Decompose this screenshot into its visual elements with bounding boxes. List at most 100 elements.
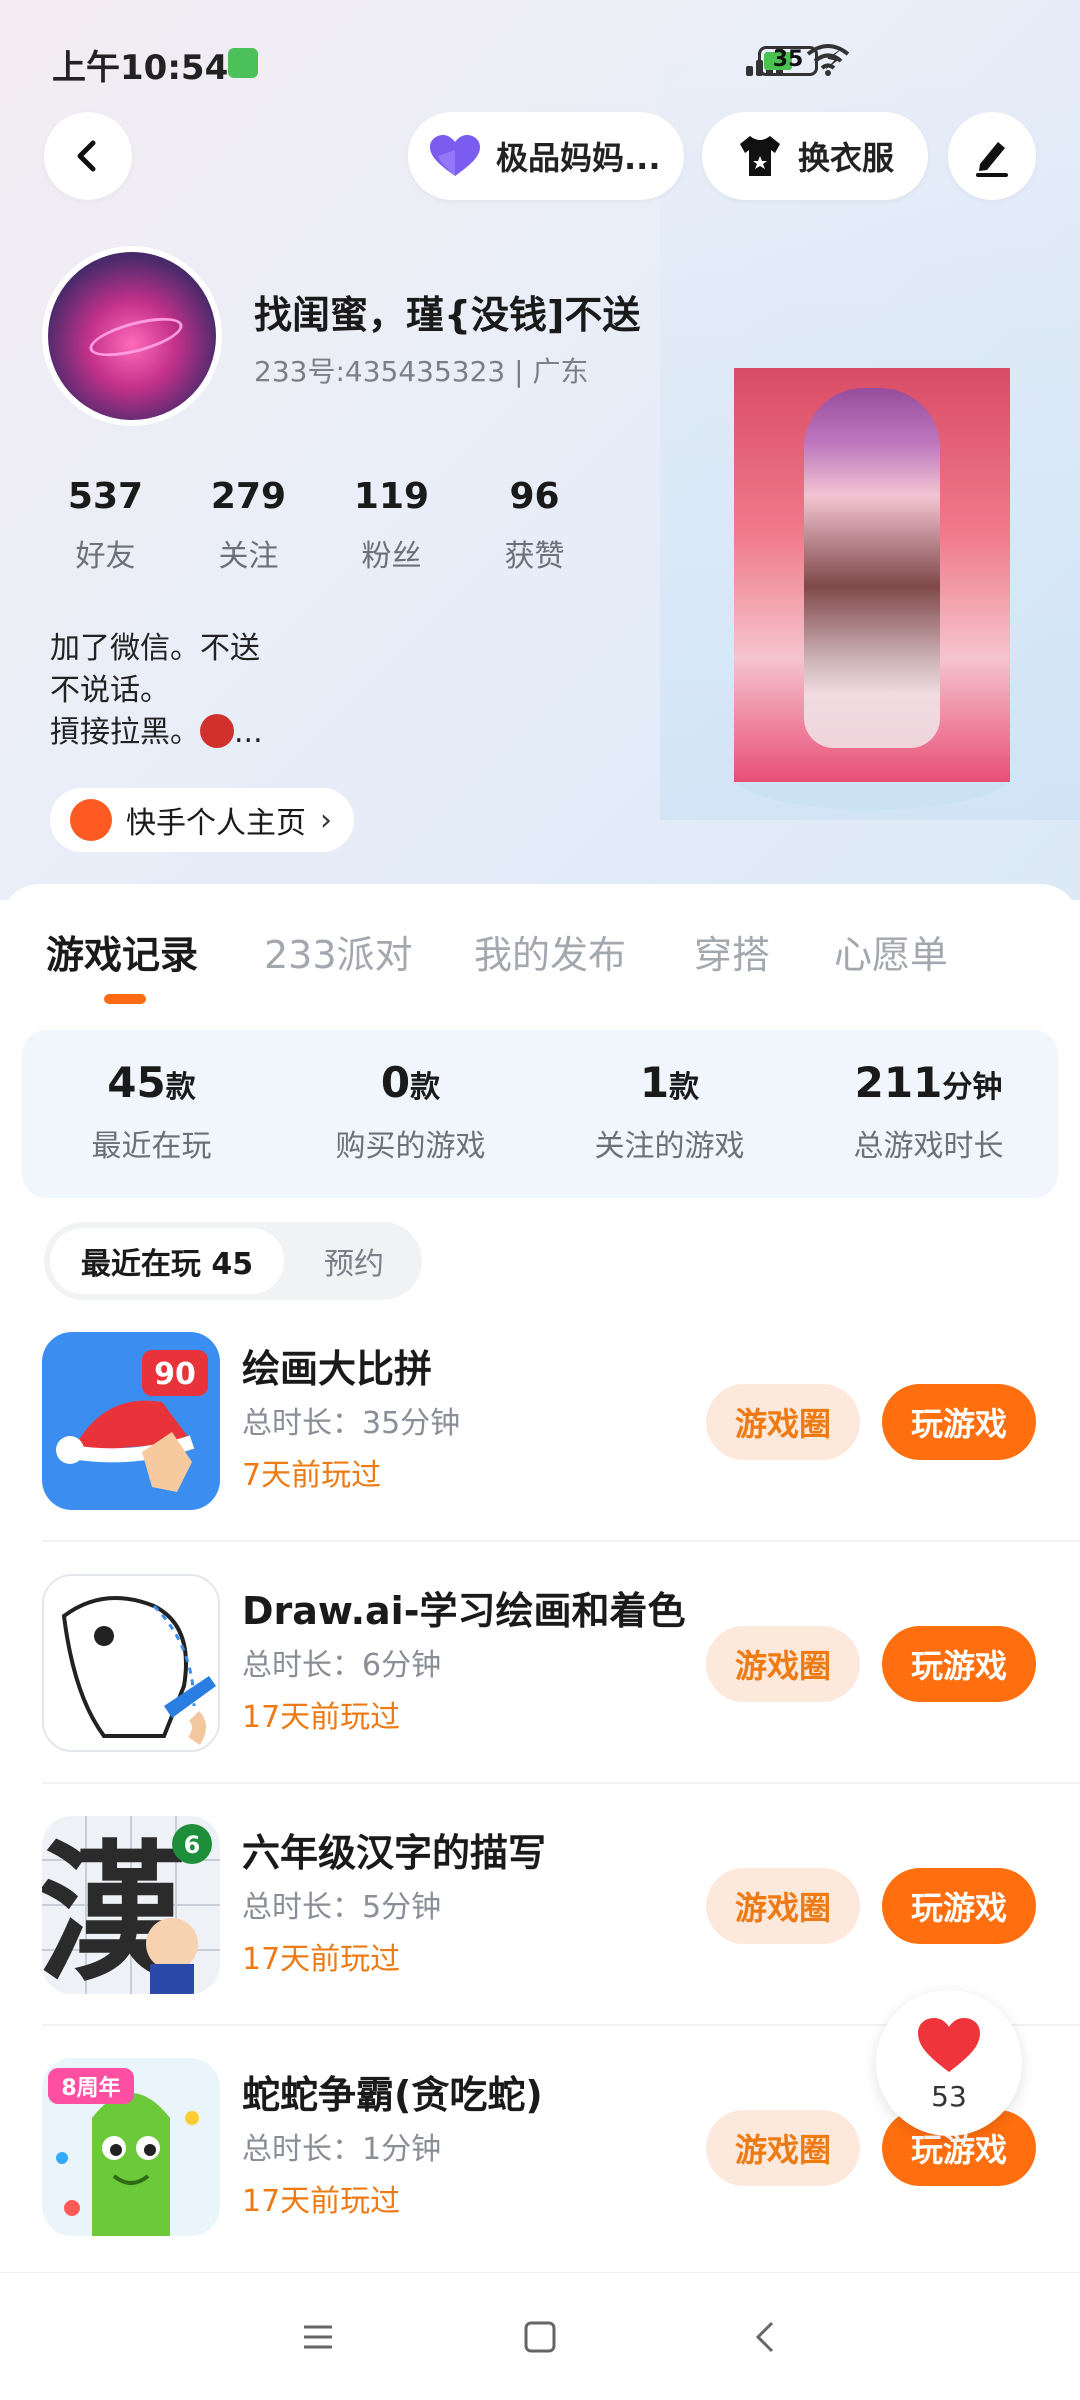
purple-heart-icon: [430, 135, 480, 176]
stat-label: 粉丝: [361, 539, 422, 574]
tab-outfits[interactable]: 穿搭: [694, 924, 770, 979]
profile-name: 找闺蜜，瑾{没钱]不送: [254, 293, 641, 337]
game-last-played: 17天前玩过: [242, 1700, 401, 1735]
summary-label: 最近在玩: [91, 1129, 212, 1164]
stat-following[interactable]: 279 关注: [177, 476, 320, 575]
game-icon-badge: 90: [154, 1357, 196, 1392]
game-circle-button[interactable]: 游戏圈: [706, 1868, 860, 1944]
summary-label: 关注的游戏: [594, 1129, 745, 1164]
summary-value: 1: [639, 1058, 670, 1107]
summary-followed[interactable]: 1款 关注的游戏: [540, 1030, 799, 1198]
back-icon[interactable]: [746, 2317, 786, 2357]
title-badge-button[interactable]: 极品妈妈...: [408, 112, 684, 200]
avatar[interactable]: [42, 246, 222, 426]
game-summary: 45款 最近在玩 0款 购买的游戏 1款 关注的游戏 211分钟 总游戏时长: [22, 1030, 1058, 1198]
bio-line-last: 摃接拉黑。...: [50, 712, 263, 754]
bio-line: 摃接拉黑。: [50, 715, 200, 750]
chevron-right-icon: ›: [320, 802, 332, 838]
tab-indicator: [104, 994, 146, 1004]
summary-unit: 款: [410, 1070, 441, 1105]
game-icon: 90: [42, 1332, 220, 1510]
game-title: Draw.ai-学习绘画和着色: [242, 1589, 686, 1633]
notification-app-icon: [228, 48, 258, 78]
stat-value: 119: [353, 476, 430, 517]
game-duration: 总时长：35分钟: [242, 1406, 461, 1441]
like-button[interactable]: 53: [876, 1990, 1022, 2136]
kuaishou-profile-link[interactable]: 快手个人主页 ›: [50, 788, 354, 852]
change-outfit-button[interactable]: 换衣服: [702, 112, 928, 200]
game-circle-button[interactable]: 游戏圈: [706, 1626, 860, 1702]
kuaishou-icon: [70, 799, 112, 841]
back-button[interactable]: [44, 112, 132, 200]
menu-icon[interactable]: [298, 2317, 338, 2357]
status-time: 上午10:54: [52, 48, 229, 88]
play-game-button[interactable]: 玩游戏: [882, 1868, 1036, 1944]
summary-value: 0: [380, 1058, 411, 1107]
profile-tabs: 游戏记录 233派对 我的发布 穿搭 心愿单: [0, 924, 1080, 1004]
summary-playtime[interactable]: 211分钟 总游戏时长: [799, 1030, 1058, 1198]
stat-label: 好友: [75, 539, 136, 574]
status-bar: 上午10:54 35 ⚡: [0, 0, 1080, 120]
tshirt-icon: [739, 136, 780, 176]
profile-id-location: 233号:435435323 | 广东: [254, 355, 589, 388]
game-last-played: 17天前玩过: [242, 1942, 401, 1977]
summary-purchased[interactable]: 0款 购买的游戏: [281, 1030, 540, 1198]
stat-value: 279: [210, 476, 287, 517]
game-last-played: 7天前玩过: [242, 1458, 382, 1493]
list-item[interactable]: Draw.ai-学习绘画和着色 总时长：6分钟 17天前玩过 游戏圈 玩游戏: [0, 1574, 1080, 1816]
home-icon[interactable]: [520, 2317, 560, 2357]
game-duration: 总时长：1分钟: [242, 2132, 442, 2167]
change-outfit-label: 换衣服: [797, 139, 894, 177]
stat-followers[interactable]: 119 粉丝: [320, 476, 463, 575]
kuaishou-link-label: 快手个人主页: [126, 806, 306, 841]
bio-more: ...: [234, 715, 263, 750]
game-title: 蛇蛇争霸(贪吃蛇): [242, 2073, 543, 2117]
divider: [42, 1540, 1080, 1542]
back-arrow-icon: [77, 140, 96, 172]
summary-recent[interactable]: 45款 最近在玩: [22, 1030, 281, 1198]
profile-stats: 537 好友 279 关注 119 粉丝 96 获赞: [34, 476, 606, 575]
summary-label: 总游戏时长: [853, 1129, 1004, 1164]
stat-value: 96: [509, 476, 560, 517]
edit-profile-button[interactable]: [948, 112, 1036, 200]
tab-my-posts[interactable]: 我的发布: [474, 924, 626, 979]
stat-label: 关注: [218, 539, 279, 574]
battery-level: 35: [772, 47, 804, 72]
tab-233-party[interactable]: 233派对: [264, 924, 413, 979]
divider: [42, 1782, 1080, 1784]
tab-game-records[interactable]: 游戏记录: [46, 924, 198, 979]
list-item[interactable]: 90 绘画大比拼 总时长：35分钟 7天前玩过 游戏圈 玩游戏: [0, 1332, 1080, 1574]
pencil-icon: [976, 142, 1008, 177]
segment-recent[interactable]: 最近在玩 45: [50, 1228, 284, 1294]
game-duration: 总时长：5分钟: [242, 1890, 442, 1925]
game-duration: 总时长：6分钟: [242, 1648, 442, 1683]
stat-friends[interactable]: 537 好友: [34, 476, 177, 575]
list-filter-segment: 最近在玩 45 预约: [44, 1222, 422, 1300]
game-title: 六年级汉字的描写: [242, 1831, 547, 1875]
game-title: 绘画大比拼: [242, 1347, 433, 1391]
summary-value: 45: [107, 1058, 166, 1107]
battery-icon: 35: [758, 46, 818, 76]
stat-likes[interactable]: 96 获赞: [463, 476, 606, 575]
summary-unit: 分钟: [942, 1070, 1003, 1105]
segment-reservations[interactable]: 预约: [294, 1228, 414, 1294]
bio-line: 加了微信。不送: [50, 631, 260, 666]
avatar-character-image[interactable]: [734, 368, 1010, 782]
play-game-button[interactable]: 玩游戏: [882, 1384, 1036, 1460]
game-circle-button[interactable]: 游戏圈: [706, 1384, 860, 1460]
summary-value: 211: [854, 1058, 943, 1107]
like-count: 53: [931, 2080, 967, 2113]
summary-unit: 款: [669, 1070, 700, 1105]
profile-bio[interactable]: 加了微信。不送 不说话。 摃接拉黑。...: [50, 628, 263, 754]
title-badge-label: 极品妈妈...: [496, 139, 661, 177]
heart-icon: [918, 2018, 980, 2072]
tab-wishlist[interactable]: 心愿单: [834, 924, 948, 979]
bio-line: 不说话。: [50, 673, 170, 708]
game-icon-badge: 8周年: [61, 2075, 120, 2101]
stat-value: 537: [67, 476, 144, 517]
game-icon: [42, 1574, 220, 1752]
summary-unit: 款: [165, 1070, 196, 1105]
game-circle-button[interactable]: 游戏圈: [706, 2110, 860, 2186]
game-icon-badge: 6: [184, 1831, 201, 1859]
play-game-button[interactable]: 玩游戏: [882, 1626, 1036, 1702]
